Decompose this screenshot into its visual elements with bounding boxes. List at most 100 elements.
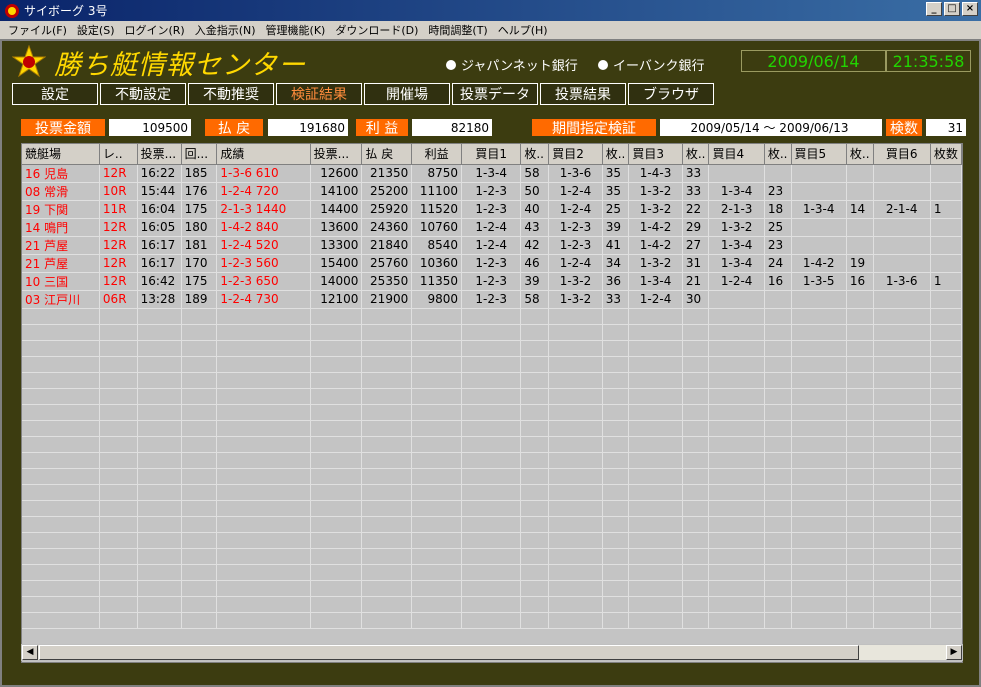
table-cell: 21350 [361, 164, 413, 183]
menu-download[interactable]: ダウンロード(D) [331, 22, 424, 38]
tab-bet-data[interactable]: 投票データ [452, 83, 538, 105]
tab-bet-results[interactable]: 投票結果 [540, 83, 626, 105]
empty-row[interactable] [22, 308, 962, 325]
empty-row[interactable] [22, 420, 962, 437]
table-cell [602, 308, 630, 325]
menu-login[interactable]: ログイン(R) [121, 22, 191, 38]
empty-row[interactable] [22, 468, 962, 485]
menu-file[interactable]: ファイル(F) [4, 22, 73, 38]
tab-settings[interactable]: 設定 [12, 83, 98, 105]
table-cell [216, 420, 311, 437]
menu-time-adjust[interactable]: 時間調整(T) [424, 22, 493, 38]
table-row[interactable]: 16 児島 12R 16:22 185 1-3-6 610 12600 21350 8750 1… [22, 164, 962, 183]
table-cell [99, 324, 138, 341]
table-cell [461, 484, 522, 501]
col-header[interactable]: 投票... [137, 144, 182, 165]
empty-row[interactable] [22, 580, 962, 597]
bank-option-japannet[interactable]: ジャパンネット銀行 [446, 55, 578, 74]
table-cell [461, 500, 522, 517]
table-cell [682, 388, 710, 405]
scroll-thumb[interactable] [39, 645, 859, 660]
table-cell: 1-3-6 [548, 164, 603, 183]
table-row[interactable]: 10 三国 12R 16:42 175 1-2-3 650 14000 25350 11350… [22, 272, 962, 291]
col-header[interactable]: 枚.. [764, 144, 792, 165]
table-cell [22, 388, 100, 405]
table-cell: 12R [99, 236, 138, 255]
col-header[interactable]: 買目3 [628, 144, 683, 165]
col-header[interactable]: 利益 [411, 144, 463, 165]
col-header[interactable]: 払 戻 [361, 144, 413, 165]
empty-row[interactable] [22, 452, 962, 469]
tab-browser[interactable]: ブラウザ [628, 83, 714, 105]
close-button[interactable]: × [962, 2, 978, 16]
bank-option-ebank[interactable]: イーバンク銀行 [598, 55, 705, 74]
table-cell [764, 548, 792, 565]
table-cell [361, 548, 413, 565]
table-row[interactable]: 14 鳴門 12R 16:05 180 1-4-2 840 13600 24360 10760… [22, 218, 962, 237]
empty-row[interactable] [22, 564, 962, 581]
empty-row[interactable] [22, 340, 962, 357]
tab-venues[interactable]: 開催場 [364, 83, 450, 105]
empty-row[interactable] [22, 548, 962, 565]
col-header[interactable]: 枚数 [930, 144, 962, 165]
empty-row[interactable] [22, 388, 962, 405]
col-header[interactable]: 買目2 [548, 144, 603, 165]
table-row[interactable]: 21 芦屋 12R 16:17 170 1-2-3 560 15400 25760 10360… [22, 254, 962, 273]
menu-deposit[interactable]: 入金指示(N) [191, 22, 262, 38]
table-cell [22, 340, 100, 357]
empty-row[interactable] [22, 612, 962, 629]
table-cell [461, 404, 522, 421]
empty-row[interactable] [22, 516, 962, 533]
table-cell [708, 340, 765, 357]
maximize-button[interactable]: □ [944, 2, 960, 16]
col-header[interactable]: レ.. [99, 144, 138, 165]
table-cell [791, 452, 847, 469]
col-header[interactable]: 買目6 [873, 144, 931, 165]
menu-settings[interactable]: 設定(S) [73, 22, 121, 38]
minimize-button[interactable]: _ [926, 2, 942, 16]
empty-row[interactable] [22, 404, 962, 421]
empty-row[interactable] [22, 500, 962, 517]
tab-fixed-settings[interactable]: 不動設定 [100, 83, 186, 105]
table-cell [602, 436, 630, 453]
menu-help[interactable]: ヘルプ(H) [494, 22, 554, 38]
table-cell [411, 308, 463, 325]
table-row[interactable]: 08 常滑 10R 15:44 176 1-2-4 720 14100 25200 11100… [22, 182, 962, 201]
table-row[interactable]: 21 芦屋 12R 16:17 181 1-2-4 520 13300 21840 8540 1… [22, 236, 962, 255]
table-cell: 22 [682, 200, 710, 219]
empty-row[interactable] [22, 324, 962, 341]
table-cell [181, 340, 218, 357]
table-cell [602, 420, 630, 437]
empty-row[interactable] [22, 356, 962, 373]
empty-row[interactable] [22, 436, 962, 453]
empty-row[interactable] [22, 372, 962, 389]
table-cell [548, 356, 603, 373]
col-header[interactable]: 買目4 [708, 144, 765, 165]
results-grid[interactable]: 競艇場 レ.. 投票... 回... 成績 投票... 払 戻 利益 買目1 枚… [21, 143, 963, 663]
tab-fixed-recommend[interactable]: 不動推奨 [188, 83, 274, 105]
scroll-right-icon[interactable]: ▶ [946, 645, 962, 660]
tab-verification-results[interactable]: 検証結果 [276, 83, 362, 105]
menu-admin[interactable]: 管理機能(K) [262, 22, 332, 38]
empty-row[interactable] [22, 532, 962, 549]
scroll-left-icon[interactable]: ◀ [22, 645, 38, 660]
col-header[interactable]: 枚.. [846, 144, 874, 165]
col-header[interactable]: 成績 [216, 144, 311, 165]
empty-row[interactable] [22, 596, 962, 613]
empty-row[interactable] [22, 484, 962, 501]
horizontal-scrollbar[interactable]: ◀ ▶ [21, 644, 963, 661]
col-header[interactable]: 買目5 [791, 144, 847, 165]
col-header[interactable]: 回... [181, 144, 218, 165]
col-header[interactable]: 枚.. [682, 144, 710, 165]
col-header[interactable]: 投票... [310, 144, 363, 165]
col-header[interactable]: 枚.. [520, 144, 550, 165]
table-row[interactable]: 19 下関 11R 16:04 175 2-1-3 1440 14400 25920 1152… [22, 200, 962, 219]
table-cell [930, 404, 962, 421]
table-cell [930, 164, 962, 183]
col-header[interactable]: 買目1 [461, 144, 522, 165]
table-cell [548, 404, 603, 421]
col-header[interactable]: 競艇場 [22, 144, 100, 165]
table-cell [602, 516, 630, 533]
col-header[interactable]: 枚.. [602, 144, 630, 165]
table-row[interactable]: 03 江戸川 06R 13:28 189 1-2-4 730 12100 21900 9800… [22, 290, 962, 309]
